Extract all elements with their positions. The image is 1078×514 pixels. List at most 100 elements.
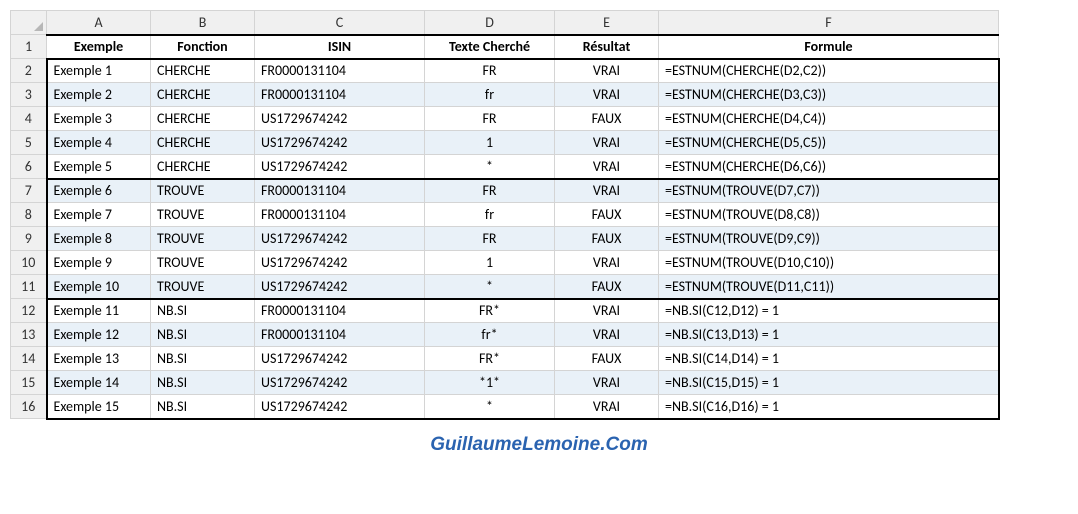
cell-texte[interactable]: fr*	[425, 323, 555, 347]
col-header-A[interactable]: A	[47, 11, 151, 35]
header-texte[interactable]: Texte Cherché	[425, 35, 555, 59]
cell-resultat[interactable]: VRAI	[555, 299, 659, 323]
cell-isin[interactable]: US1729674242	[255, 155, 425, 179]
row-header-16[interactable]: 16	[11, 395, 47, 419]
row-header-1[interactable]: 1	[11, 35, 47, 59]
cell-fonction[interactable]: CHERCHE	[151, 107, 255, 131]
row-header-6[interactable]: 6	[11, 155, 47, 179]
cell-exemple[interactable]: Exemple 15	[47, 395, 151, 419]
cell-formule[interactable]: =ESTNUM(TROUVE(D9,C9))	[659, 227, 999, 251]
row-header-10[interactable]: 10	[11, 251, 47, 275]
cell-texte[interactable]: 1	[425, 131, 555, 155]
cell-fonction[interactable]: CHERCHE	[151, 155, 255, 179]
row-header-12[interactable]: 12	[11, 299, 47, 323]
cell-texte[interactable]: FR	[425, 179, 555, 203]
cell-fonction[interactable]: NB.SI	[151, 299, 255, 323]
cell-exemple[interactable]: Exemple 13	[47, 347, 151, 371]
cell-formule[interactable]: =NB.SI(C16,D16) = 1	[659, 395, 999, 419]
cell-resultat[interactable]: VRAI	[555, 59, 659, 83]
cell-formule[interactable]: =ESTNUM(TROUVE(D8,C8))	[659, 203, 999, 227]
cell-fonction[interactable]: TROUVE	[151, 227, 255, 251]
cell-isin[interactable]: FR0000131104	[255, 323, 425, 347]
cell-resultat[interactable]: FAUX	[555, 107, 659, 131]
cell-resultat[interactable]: VRAI	[555, 251, 659, 275]
cell-resultat[interactable]: FAUX	[555, 227, 659, 251]
row-header-3[interactable]: 3	[11, 83, 47, 107]
row-header-13[interactable]: 13	[11, 323, 47, 347]
cell-resultat[interactable]: FAUX	[555, 203, 659, 227]
cell-fonction[interactable]: NB.SI	[151, 323, 255, 347]
cell-isin[interactable]: US1729674242	[255, 371, 425, 395]
cell-exemple[interactable]: Exemple 4	[47, 131, 151, 155]
cell-formule[interactable]: =ESTNUM(CHERCHE(D4,C4))	[659, 107, 999, 131]
cell-exemple[interactable]: Exemple 7	[47, 203, 151, 227]
row-header-14[interactable]: 14	[11, 347, 47, 371]
cell-isin[interactable]: US1729674242	[255, 251, 425, 275]
col-header-D[interactable]: D	[425, 11, 555, 35]
cell-formule[interactable]: =ESTNUM(CHERCHE(D3,C3))	[659, 83, 999, 107]
cell-exemple[interactable]: Exemple 9	[47, 251, 151, 275]
cell-formule[interactable]: =NB.SI(C15,D15) = 1	[659, 371, 999, 395]
row-header-9[interactable]: 9	[11, 227, 47, 251]
cell-fonction[interactable]: NB.SI	[151, 371, 255, 395]
cell-resultat[interactable]: VRAI	[555, 323, 659, 347]
cell-formule[interactable]: =NB.SI(C14,D14) = 1	[659, 347, 999, 371]
cell-fonction[interactable]: TROUVE	[151, 203, 255, 227]
cell-texte[interactable]: *	[425, 275, 555, 299]
cell-texte[interactable]: fr	[425, 203, 555, 227]
cell-isin[interactable]: FR0000131104	[255, 83, 425, 107]
cell-resultat[interactable]: VRAI	[555, 131, 659, 155]
row-header-4[interactable]: 4	[11, 107, 47, 131]
cell-isin[interactable]: US1729674242	[255, 227, 425, 251]
cell-fonction[interactable]: CHERCHE	[151, 59, 255, 83]
row-header-2[interactable]: 2	[11, 59, 47, 83]
cell-fonction[interactable]: CHERCHE	[151, 131, 255, 155]
header-isin[interactable]: ISIN	[255, 35, 425, 59]
cell-isin[interactable]: US1729674242	[255, 395, 425, 419]
cell-resultat[interactable]: VRAI	[555, 395, 659, 419]
cell-isin[interactable]: FR0000131104	[255, 203, 425, 227]
cell-isin[interactable]: US1729674242	[255, 347, 425, 371]
cell-texte[interactable]: FR	[425, 227, 555, 251]
cell-fonction[interactable]: CHERCHE	[151, 83, 255, 107]
cell-fonction[interactable]: TROUVE	[151, 251, 255, 275]
header-fonction[interactable]: Fonction	[151, 35, 255, 59]
cell-resultat[interactable]: FAUX	[555, 275, 659, 299]
cell-texte[interactable]: *1*	[425, 371, 555, 395]
cell-texte[interactable]: FR*	[425, 299, 555, 323]
cell-formule[interactable]: =NB.SI(C13,D13) = 1	[659, 323, 999, 347]
cell-resultat[interactable]: VRAI	[555, 179, 659, 203]
cell-fonction[interactable]: TROUVE	[151, 179, 255, 203]
cell-formule[interactable]: =ESTNUM(TROUVE(D10,C10))	[659, 251, 999, 275]
cell-isin[interactable]: FR0000131104	[255, 299, 425, 323]
cell-isin[interactable]: US1729674242	[255, 131, 425, 155]
cell-isin[interactable]: US1729674242	[255, 107, 425, 131]
cell-texte[interactable]: FR	[425, 107, 555, 131]
row-header-7[interactable]: 7	[11, 179, 47, 203]
col-header-F[interactable]: F	[659, 11, 999, 35]
cell-exemple[interactable]: Exemple 2	[47, 83, 151, 107]
row-header-5[interactable]: 5	[11, 131, 47, 155]
cell-texte[interactable]: FR	[425, 59, 555, 83]
cell-formule[interactable]: =NB.SI(C12,D12) = 1	[659, 299, 999, 323]
cell-texte[interactable]: 1	[425, 251, 555, 275]
cell-formule[interactable]: =ESTNUM(CHERCHE(D6,C6))	[659, 155, 999, 179]
cell-fonction[interactable]: TROUVE	[151, 275, 255, 299]
cell-resultat[interactable]: VRAI	[555, 83, 659, 107]
row-header-11[interactable]: 11	[11, 275, 47, 299]
cell-formule[interactable]: =ESTNUM(TROUVE(D7,C7))	[659, 179, 999, 203]
row-header-15[interactable]: 15	[11, 371, 47, 395]
cell-formule[interactable]: =ESTNUM(CHERCHE(D2,C2))	[659, 59, 999, 83]
row-header-8[interactable]: 8	[11, 203, 47, 227]
cell-exemple[interactable]: Exemple 1	[47, 59, 151, 83]
col-header-C[interactable]: C	[255, 11, 425, 35]
cell-fonction[interactable]: NB.SI	[151, 395, 255, 419]
header-resultat[interactable]: Résultat	[555, 35, 659, 59]
cell-exemple[interactable]: Exemple 5	[47, 155, 151, 179]
spreadsheet[interactable]: A B C D E F 1 Exemple Fonction ISIN Text…	[10, 10, 1000, 420]
cell-exemple[interactable]: Exemple 6	[47, 179, 151, 203]
col-header-B[interactable]: B	[151, 11, 255, 35]
col-header-E[interactable]: E	[555, 11, 659, 35]
cell-texte[interactable]: *	[425, 395, 555, 419]
cell-fonction[interactable]: NB.SI	[151, 347, 255, 371]
